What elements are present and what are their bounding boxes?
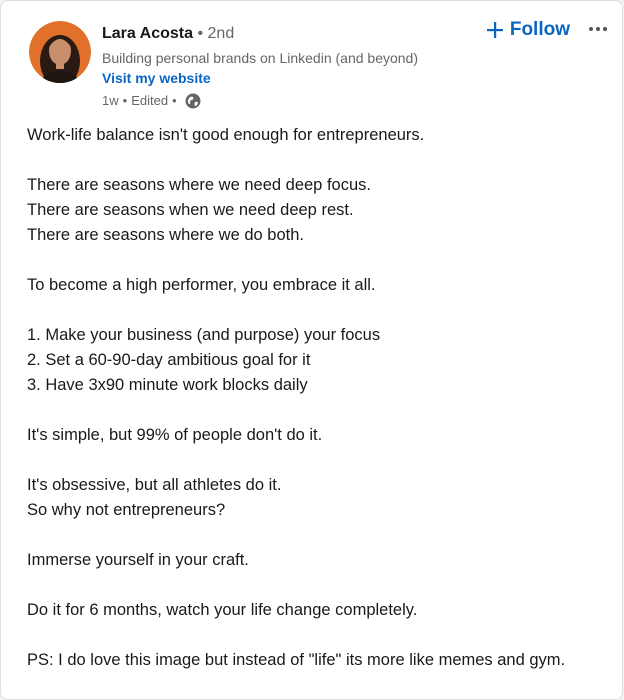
author-name[interactable]: Lara Acosta [102,25,193,42]
globe-icon [185,93,201,109]
post-text-line: Immerse yourself in your craft. [27,551,249,569]
edited-label: Edited [131,93,169,108]
post-text-line: Work-life balance isn't good enough for … [27,126,425,144]
post-text-line: To become a high performer, you embrace … [27,276,376,294]
post-text-line: There are seasons where we need deep foc… [27,176,371,194]
avatar[interactable] [29,21,91,83]
more-options-button[interactable] [586,17,610,41]
post-timestamp-row: 1w • Edited • [102,91,430,111]
connection-degree: 2nd [207,25,235,42]
name-separator: • [197,25,204,42]
post-text-line: Do it for 6 months, watch your life chan… [27,601,418,619]
post-text-line: PS: I do love this image but instead of … [27,651,566,669]
post-text-line: So why not entrepreneurs? [27,501,226,519]
post-text-line: 1. Make your business (and purpose) your… [27,326,381,344]
time-separator: • [122,93,128,108]
edited-separator: • [172,93,177,108]
post-card: Lara Acosta • 2nd Building personal bran… [0,0,623,700]
follow-button[interactable]: Follow [486,17,570,43]
follow-label: Follow [509,19,570,40]
more-horizontal-icon [589,27,607,31]
post-header: Lara Acosta • 2nd Building personal bran… [29,19,610,113]
author-name-row: Lara Acosta • 2nd [102,23,430,45]
post-text-line: 2. Set a 60-90-day ambitious goal for it [27,351,311,369]
post-body: Work-life balance isn't good enough for … [27,123,612,673]
plus-icon [486,21,504,39]
post-text-line: 3. Have 3x90 minute work blocks daily [27,376,308,394]
post-text-line: There are seasons when we need deep rest… [27,201,354,219]
post-text-line: It's obsessive, but all athletes do it. [27,476,282,494]
avatar-image [29,21,91,83]
author-headline: Building personal brands on Linkedin (an… [102,50,418,66]
post-text-line: There are seasons where we do both. [27,226,304,244]
visit-website-link[interactable]: Visit my website [102,68,430,88]
post-time: 1w [102,93,119,108]
author-meta: Lara Acosta • 2nd Building personal bran… [102,23,430,111]
post-text-line: It's simple, but 99% of people don't do … [27,426,323,444]
